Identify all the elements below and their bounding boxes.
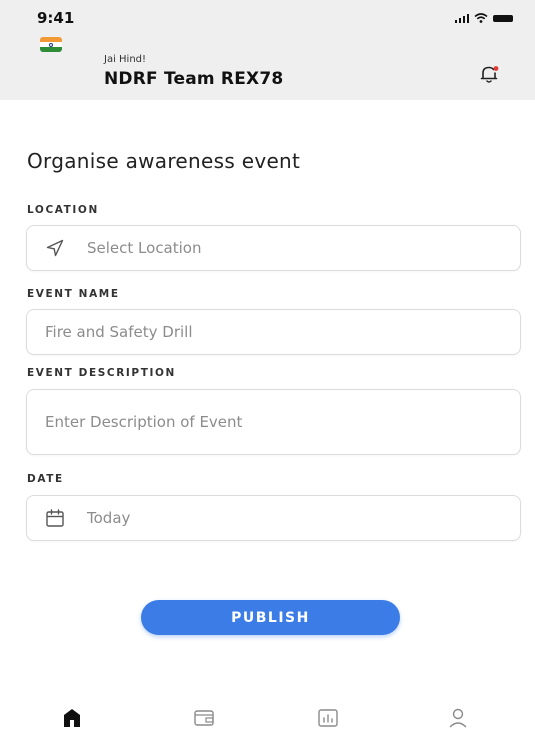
date-field[interactable]: Today [26, 495, 521, 541]
profile-icon[interactable] [447, 706, 469, 728]
bottom-tab-bar [0, 700, 535, 729]
home-icon[interactable] [61, 706, 83, 728]
bell-icon[interactable] [478, 63, 500, 85]
location-placeholder: Select Location [87, 239, 202, 257]
team-name: NDRF Team REX78 [104, 69, 284, 89]
location-label: LOCATION [27, 204, 99, 216]
date-label: DATE [27, 473, 64, 485]
signal-icon [454, 13, 469, 23]
navigation-arrow-icon [46, 239, 64, 257]
event-name-field[interactable]: Fire and Safety Drill [26, 309, 521, 355]
greeting-text: Jai Hind! [104, 54, 147, 65]
wallet-icon[interactable] [193, 706, 215, 728]
location-field[interactable]: Select Location [26, 225, 521, 271]
battery-icon [493, 14, 513, 22]
event-description-field[interactable]: Enter Description of Event [26, 389, 521, 455]
event-name-placeholder: Fire and Safety Drill [45, 323, 193, 341]
india-flag-icon [40, 37, 62, 52]
status-time: 9:41 [37, 9, 75, 27]
app-header: 9:41 Jai Hind! NDRF Team REX78 [0, 0, 535, 100]
notification-dot [493, 66, 499, 71]
calendar-icon [46, 509, 64, 527]
event-description-label: EVENT DESCRIPTION [27, 367, 176, 379]
status-icons [454, 13, 513, 23]
stats-icon[interactable] [317, 706, 339, 728]
page-title: Organise awareness event [27, 149, 301, 173]
publish-button[interactable]: PUBLISH [141, 600, 400, 635]
event-description-placeholder: Enter Description of Event [45, 413, 243, 431]
wifi-icon [474, 13, 488, 23]
date-placeholder: Today [87, 509, 131, 527]
event-name-label: EVENT NAME [27, 288, 120, 300]
